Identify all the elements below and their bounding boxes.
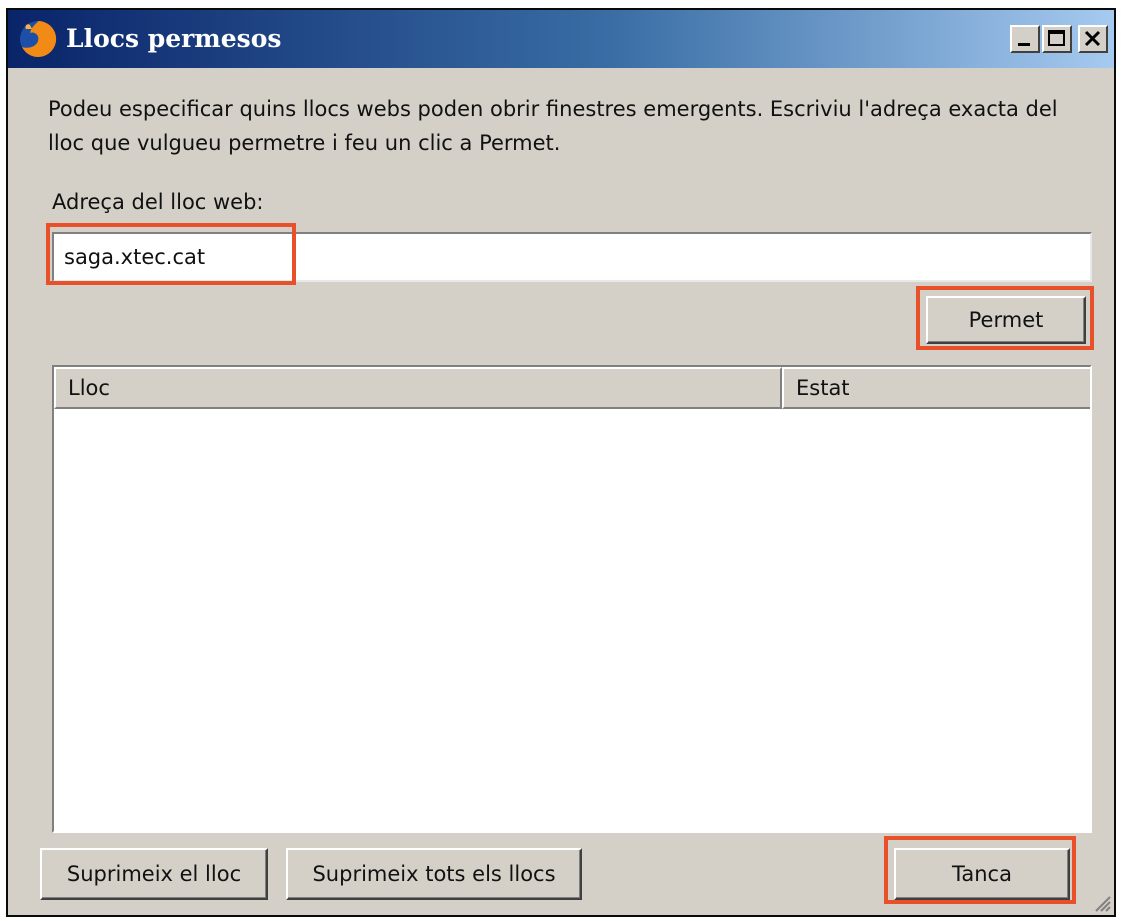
list-header: Lloc Estat xyxy=(54,367,1090,409)
column-header-lloc[interactable]: Lloc xyxy=(54,367,782,409)
window-title: Llocs permesos xyxy=(66,24,282,53)
title-bar[interactable]: Llocs permesos xyxy=(8,10,1114,68)
instructions-text: Podeu especificar quins llocs webs poden… xyxy=(48,97,1058,155)
resize-grip-icon[interactable] xyxy=(1090,891,1112,913)
address-input[interactable] xyxy=(52,232,1092,282)
column-header-estat[interactable]: Estat xyxy=(782,367,1090,409)
remove-site-button[interactable]: Suprimeix el lloc xyxy=(40,848,268,900)
close-icon xyxy=(1084,30,1101,47)
permet-button[interactable]: Permet xyxy=(926,296,1086,344)
allowed-sites-list[interactable]: Lloc Estat xyxy=(52,365,1092,833)
maximize-button[interactable] xyxy=(1042,25,1072,53)
minimize-button[interactable] xyxy=(1010,25,1040,53)
address-label: Adreça del lloc web: xyxy=(52,190,264,214)
remove-all-sites-button[interactable]: Suprimeix tots els llocs xyxy=(286,848,582,900)
close-window-button[interactable] xyxy=(1078,25,1108,53)
minimize-icon xyxy=(1018,43,1030,46)
dialog-window: Llocs permesos Podeu especificar quins l… xyxy=(6,8,1116,917)
firefox-app-icon xyxy=(20,20,57,57)
maximize-icon xyxy=(1048,30,1065,46)
close-button[interactable]: Tanca xyxy=(894,848,1070,900)
